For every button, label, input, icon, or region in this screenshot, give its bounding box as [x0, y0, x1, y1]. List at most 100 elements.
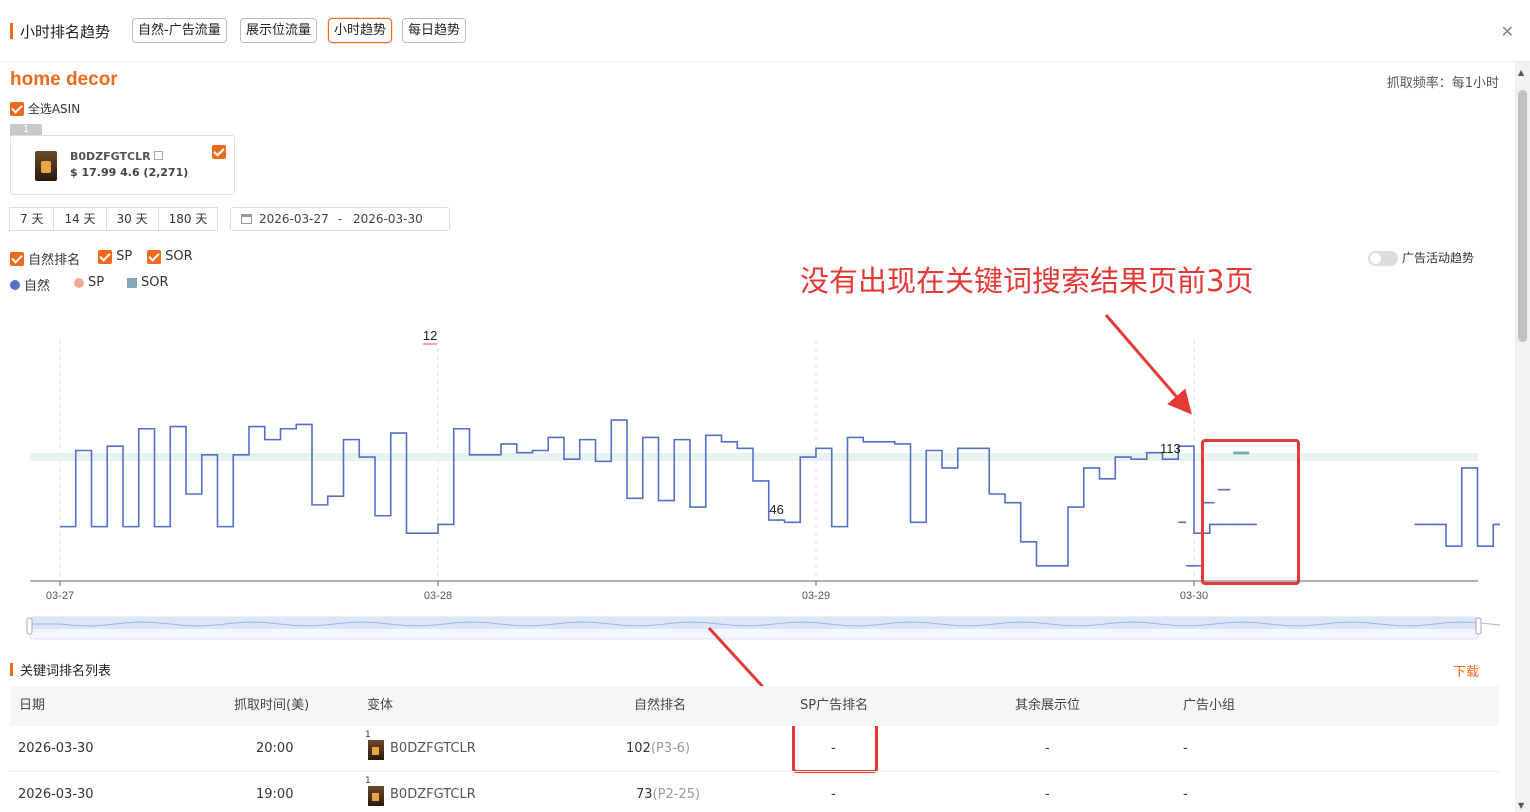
table-row[interactable]: 2026-03-30 20:00 1 B0DZFGTCLR 102(P3-6) …: [10, 726, 1499, 772]
checkbox-sp[interactable]: SP: [98, 249, 132, 264]
select-all-asin[interactable]: 全选ASIN: [10, 100, 80, 117]
legend-label: SOR: [141, 275, 169, 290]
checkbox-icon[interactable]: [147, 249, 161, 264]
organic-rank-point: [98, 525, 101, 528]
toggle-label: 广告活动趋势: [1402, 251, 1475, 265]
organic-rank-point: [334, 495, 337, 497]
organic-rank-point: [634, 497, 636, 500]
product-thumbnail: [368, 786, 384, 806]
scrollbar-thumb[interactable]: [1518, 90, 1527, 342]
zoom-handle-right: [1475, 617, 1482, 635]
organic-rank-point: [571, 458, 573, 460]
organic-rank-point: [823, 447, 825, 450]
x-tick-label: 03-29: [802, 590, 830, 602]
ad-trend-toggle[interactable]: 广告活动趋势: [1368, 249, 1474, 266]
checkbox-icon[interactable]: [98, 249, 112, 264]
checkbox-icon[interactable]: [10, 101, 24, 116]
select-all-label: 全选ASIN: [27, 102, 81, 116]
organic-rank-point: [413, 532, 416, 534]
organic-rank-point: [1059, 564, 1061, 567]
organic-rank-point: [791, 521, 794, 524]
legend-dot-icon: [10, 279, 20, 290]
row-asin[interactable]: B0DZFGTCLR: [390, 772, 476, 812]
organic-rank-point: [618, 419, 620, 421]
range-buttons: 7 天 14 天 30 天 180 天: [9, 207, 219, 231]
organic-rank-point: [271, 438, 274, 441]
organic-rank-point: [208, 454, 211, 456]
organic-rank-point: [350, 438, 353, 441]
organic-rank-point: [114, 445, 116, 447]
organic-rank-point: [397, 432, 400, 434]
rank-page: (P2-25): [652, 787, 701, 802]
checkbox-sor[interactable]: SOR: [147, 249, 193, 264]
row-ad-group: -: [1183, 741, 1188, 756]
organic-rank-point: [760, 480, 762, 482]
toggle-switch[interactable]: [1368, 251, 1398, 266]
end-date: 2026-03-30: [353, 212, 423, 226]
organic-rank-point: [870, 441, 872, 443]
row-other: -: [1045, 741, 1050, 756]
missing-range-highlight: [1201, 439, 1300, 585]
organic-rank-point: [523, 451, 526, 454]
row-asin[interactable]: B0DZFGTCLR: [390, 726, 476, 772]
col-variant: 变体: [367, 698, 394, 713]
organic-rank-point: [224, 525, 227, 528]
organic-rank-point: [949, 467, 951, 469]
organic-rank-point: [697, 506, 699, 508]
organic-rank-point: [255, 425, 258, 428]
col-date: 日期: [19, 698, 46, 713]
organic-rank-point: [1421, 523, 1424, 526]
row-organic-rank: 73(P2-25): [636, 772, 700, 812]
legend-sp[interactable]: SP: [74, 275, 104, 290]
organic-rank-point: [193, 493, 195, 495]
range-30d-button[interactable]: 30 天: [105, 207, 159, 231]
organic-rank-point: [445, 523, 447, 526]
organic-rank-point: [1027, 541, 1030, 543]
asin-checkbox[interactable]: [212, 145, 226, 159]
row-sp-rank: -: [831, 787, 836, 802]
organic-rank-point: [1090, 467, 1093, 469]
date-range-picker[interactable]: 2026-03-27 - 2026-03-30: [230, 207, 450, 231]
row-time: 20:00: [256, 741, 294, 756]
range-14d-button[interactable]: 14 天: [53, 207, 107, 231]
organic-rank-point: [492, 454, 494, 456]
scroll-down-icon[interactable]: ▼: [1518, 801, 1524, 810]
tab-hourly-trend[interactable]: 小时趋势: [328, 18, 393, 43]
keyword-title: home decor: [10, 69, 118, 90]
organic-rank-point: [586, 438, 589, 441]
tab-daily-trend[interactable]: 每日趋势: [402, 18, 467, 43]
organic-rank-point: [728, 441, 731, 443]
calendar-icon: [241, 214, 252, 224]
download-link[interactable]: 下载: [1453, 661, 1479, 680]
title-accent: [10, 663, 13, 676]
product-thumbnail: [35, 151, 57, 181]
checkbox-organic-rank[interactable]: 自然排名: [10, 249, 80, 268]
vertical-scrollbar[interactable]: ▲ ▼: [1515, 62, 1530, 812]
copy-icon[interactable]: [154, 151, 163, 160]
organic-rank-point: [964, 447, 967, 450]
asin-card[interactable]: B0DZFGTCLR $ 17.99 4.6 (2,271): [10, 135, 235, 195]
organic-rank-point: [917, 521, 920, 524]
scroll-up-icon[interactable]: ▲: [1518, 68, 1524, 77]
rank-value: 73: [636, 787, 653, 802]
legend-sor[interactable]: SOR: [127, 275, 169, 290]
legend-organic[interactable]: 自然: [10, 275, 50, 294]
close-icon[interactable]: ✕: [1501, 22, 1514, 41]
range-7d-button[interactable]: 7 天: [9, 207, 55, 231]
col-other-placement: 其余展示位: [1015, 698, 1081, 713]
organic-rank-point: [602, 460, 605, 463]
tab-organic-ad-traffic[interactable]: 自然-广告流量: [132, 18, 227, 43]
checkbox-label: SP: [116, 249, 133, 264]
checkbox-icon[interactable]: [10, 251, 24, 266]
x-tick-label: 03-27: [46, 590, 74, 602]
col-crawl-time: 抓取时间(美): [234, 698, 310, 713]
tab-placement-traffic[interactable]: 展示位流量: [240, 18, 318, 43]
organic-rank-point: [1075, 506, 1077, 508]
row-sp-rank: -: [831, 741, 836, 756]
organic-rank-point: [460, 427, 463, 430]
organic-rank-point: [1122, 456, 1124, 458]
organic-rank-point: [1453, 545, 1455, 547]
row-organic-rank: 102(P3-6): [626, 726, 690, 772]
range-180d-button[interactable]: 180 天: [157, 207, 219, 231]
table-row[interactable]: 2026-03-30 19:00 1 B0DZFGTCLR 73(P2-25) …: [10, 772, 1499, 812]
